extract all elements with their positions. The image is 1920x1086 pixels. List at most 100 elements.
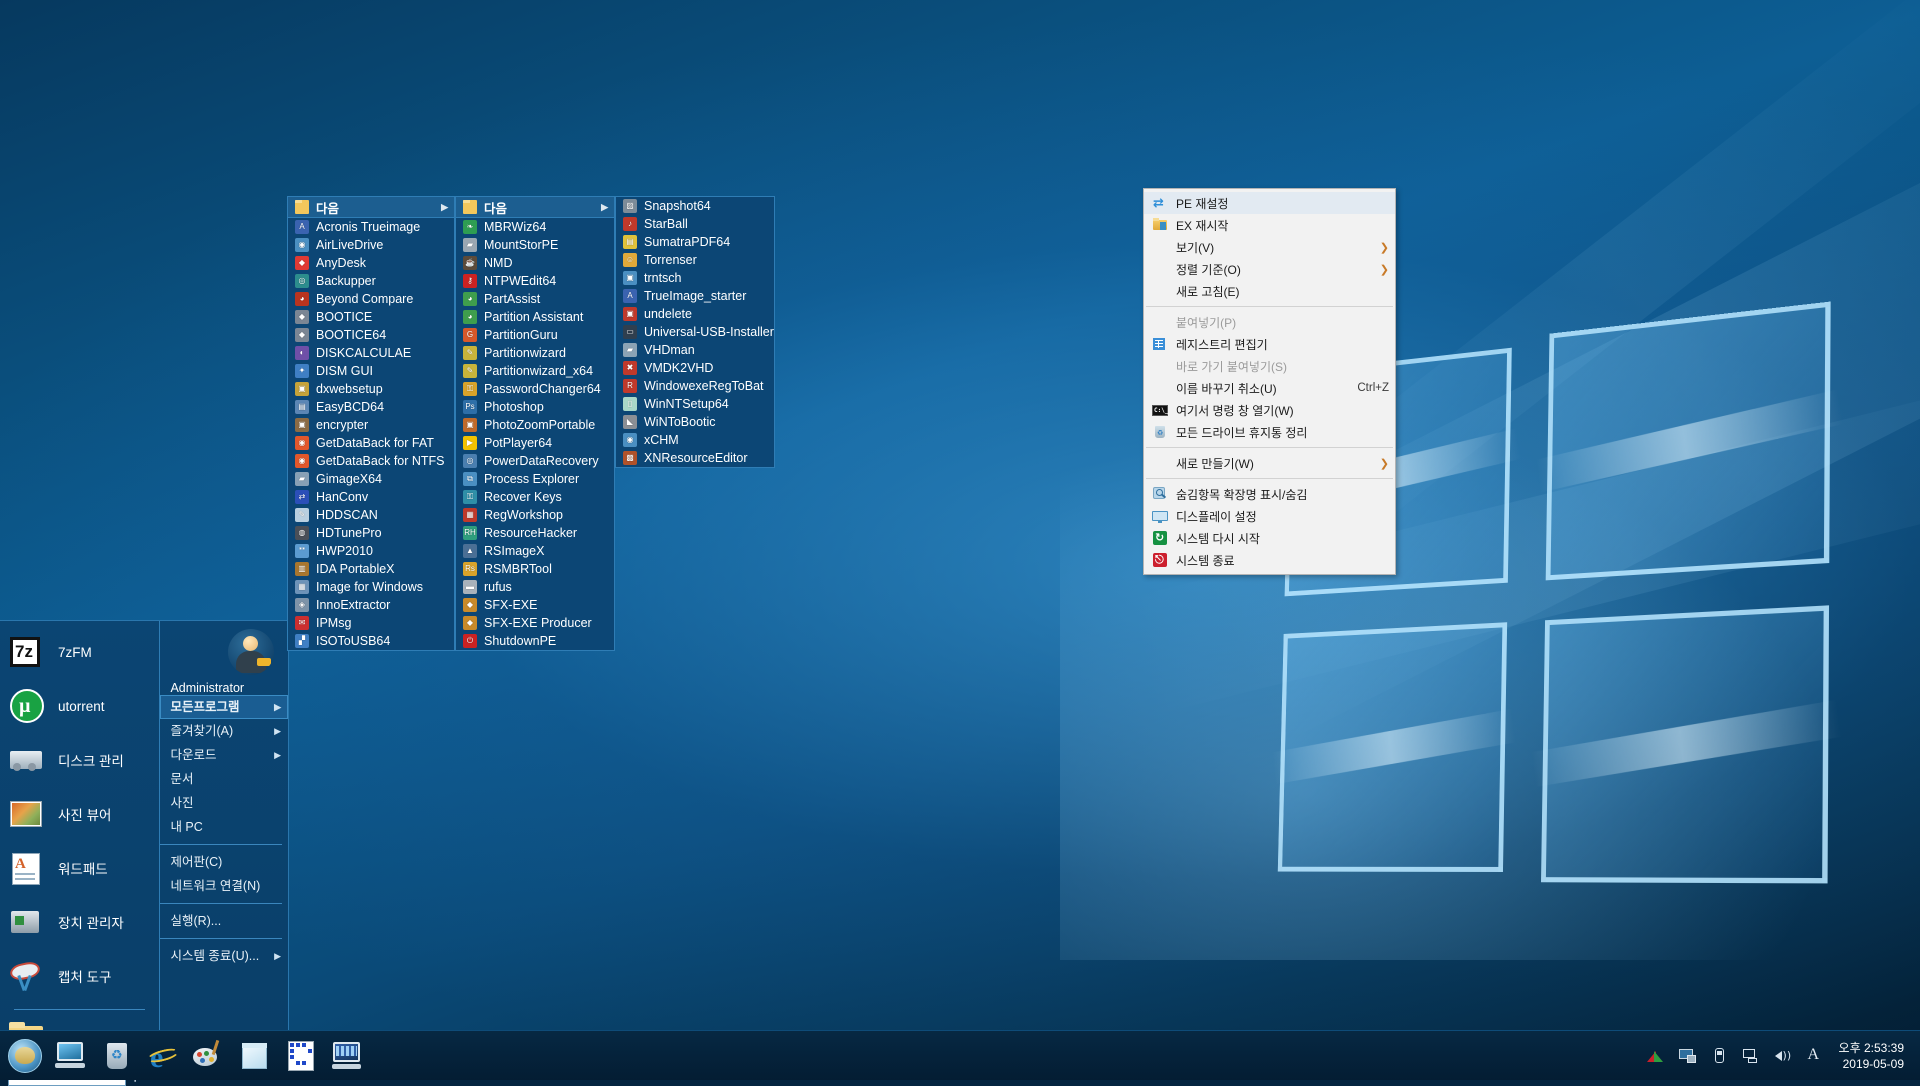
start-menu-item-3[interactable]: 문서 — [160, 767, 288, 791]
program-menu-item[interactable]: ☕NMD — [456, 254, 614, 272]
program-menu-item[interactable]: ▦RegWorkshop — [456, 506, 614, 524]
program-menu-item[interactable]: ✎Partitionwizard — [456, 344, 614, 362]
start-menu-item-10[interactable]: 실행(R)... — [160, 909, 288, 933]
taskbar-show-desktop[interactable] — [52, 1036, 90, 1076]
program-menu-item[interactable]: ATrueImage_starter — [616, 287, 774, 305]
context-menu-item-9[interactable]: 이름 바꾸기 취소(U)Ctrl+Z — [1144, 377, 1395, 399]
program-menu-item[interactable]: RHResourceHacker — [456, 524, 614, 542]
start-menu-pinned-item[interactable]: 사진 뷰어 — [0, 787, 159, 841]
program-menu-item[interactable]: ◎Backupper — [288, 272, 454, 290]
program-menu-item[interactable]: ◉AirLiveDrive — [288, 236, 454, 254]
start-menu-pinned-item[interactable]: A워드패드 — [0, 841, 159, 895]
start-menu-item-12[interactable]: 시스템 종료(U)...▶ — [160, 944, 288, 968]
program-menu-item[interactable]: RWindowexeRegToBat — [616, 377, 774, 395]
program-menu-item[interactable]: ◐DISKCALCULAE — [288, 344, 454, 362]
context-menu-item-1[interactable]: EX 재시작 — [1144, 214, 1395, 236]
program-menu-item[interactable]: GPartitionGuru — [456, 326, 614, 344]
program-menu-item[interactable]: ◉xCHM — [616, 431, 774, 449]
context-menu-item-17[interactable]: ↻시스템 다시 시작 — [1144, 527, 1395, 549]
context-menu-item-18[interactable]: ⎋시스템 종료 — [1144, 549, 1395, 571]
taskbar-calculator[interactable] — [282, 1036, 320, 1076]
program-menu-item[interactable]: ◉GetDataBack for NTFS — [288, 452, 454, 470]
taskbar-paint[interactable] — [190, 1036, 228, 1076]
program-menu-item[interactable]: ▰VHDman — [616, 341, 774, 359]
ime-icon[interactable]: A — [1807, 1047, 1825, 1065]
program-menu-item[interactable]: ▞ISOToUSB64 — [288, 632, 454, 650]
program-menu-item[interactable]: ◈InnoExtractor — [288, 596, 454, 614]
start-menu-item-4[interactable]: 사진 — [160, 791, 288, 815]
program-menu-item[interactable]: ◉GetDataBack for FAT — [288, 434, 454, 452]
program-menu-item[interactable]: ⏻ShutdownPE — [456, 632, 614, 650]
avatar[interactable] — [228, 629, 274, 675]
start-menu-pinned-item[interactable]: 디스크 관리 — [0, 733, 159, 787]
network-monitor-icon[interactable] — [1679, 1047, 1697, 1065]
program-menu-item[interactable]: ◎PowerDataRecovery — [456, 452, 614, 470]
context-menu-item-16[interactable]: 디스플레이 설정 — [1144, 505, 1395, 527]
program-menu-item[interactable]: AAcronis Trueimage — [288, 218, 454, 236]
program-menu-item[interactable]: ▥IDA PortableX — [288, 560, 454, 578]
program-menu-item[interactable]: ◕Beyond Compare — [288, 290, 454, 308]
start-menu-pinned-item[interactable]: µutorrent — [0, 679, 159, 733]
context-menu-item-13[interactable]: 새로 만들기(W)❯ — [1144, 452, 1395, 474]
start-menu-item-1[interactable]: 즐겨찾기(A)▶ — [160, 719, 288, 743]
program-menu-item[interactable]: ▨Snapshot64 — [616, 197, 774, 215]
program-menu-item[interactable]: ▰GimageX64 — [288, 470, 454, 488]
context-menu-item-15[interactable]: 숨김항목 확장명 표시/숨김 — [1144, 483, 1395, 505]
start-menu-item-7[interactable]: 제어판(C) — [160, 850, 288, 874]
usb-eject-icon[interactable] — [1711, 1047, 1729, 1065]
program-menu-item[interactable]: ✎HDDSCAN — [288, 506, 454, 524]
start-menu-item-5[interactable]: 내 PC — [160, 815, 288, 839]
program-menu-item[interactable]: ✦DISM GUI — [288, 362, 454, 380]
taskbar-remote-desktop[interactable] — [328, 1036, 366, 1076]
program-menu-item[interactable]: ◆BOOTICE64 — [288, 326, 454, 344]
program-menu-item[interactable]: ▭Universal-USB-Installer — [616, 323, 774, 341]
program-menu-item[interactable]: ▣encrypter — [288, 416, 454, 434]
program-menu-item[interactable]: ◕PartAssist — [456, 290, 614, 308]
taskbar-start-orb[interactable] — [6, 1036, 44, 1076]
start-menu-pinned-item[interactable]: 장치 관리자 — [0, 895, 159, 949]
program-menu-item[interactable]: ▣dxwebsetup — [288, 380, 454, 398]
program-menu-item[interactable]: ᕯHWP2010 — [288, 542, 454, 560]
program-menu-item[interactable]: ◕Partition Assistant — [456, 308, 614, 326]
program-menu-item[interactable]: ◆AnyDesk — [288, 254, 454, 272]
start-menu-item-8[interactable]: 네트워크 연결(N) — [160, 874, 288, 898]
program-menu-item[interactable]: ▣undelete — [616, 305, 774, 323]
context-menu-item-11[interactable]: ♻모든 드라이브 휴지통 정리 — [1144, 421, 1395, 443]
program-menu-item[interactable]: ✎Partitionwizard_x64 — [456, 362, 614, 380]
program-menu-item[interactable]: ✉IPMsg — [288, 614, 454, 632]
taskbar-notepad[interactable] — [236, 1036, 274, 1076]
program-menu-item[interactable]: ♪StarBall — [616, 215, 774, 233]
program-menu-item[interactable]: ⧉Process Explorer — [456, 470, 614, 488]
context-menu-item-10[interactable]: C:\_여기서 명령 창 열기(W) — [1144, 399, 1395, 421]
program-menu-item[interactable]: ▬rufus — [456, 578, 614, 596]
program-menu-item[interactable]: ◆SFX-EXE Producer — [456, 614, 614, 632]
start-menu-item-0[interactable]: 모든프로그램▶ — [160, 695, 288, 719]
triangle-tray-icon[interactable] — [1647, 1047, 1665, 1065]
clock[interactable]: 오후 2:53:39 2019-05-09 — [1839, 1040, 1908, 1072]
program-menu-item[interactable]: ▶PotPlayer64 — [456, 434, 614, 452]
program-menu-header[interactable]: 다음▶ — [456, 197, 614, 218]
network-icon[interactable] — [1743, 1047, 1761, 1065]
start-menu-item-2[interactable]: 다운로드▶ — [160, 743, 288, 767]
start-menu-pinned-item[interactable]: 7z7zFM — [0, 625, 159, 679]
taskbar-recycle-bin[interactable]: ♻ — [98, 1036, 136, 1076]
start-menu-pinned-item[interactable]: 캡처 도구 — [0, 949, 159, 1003]
program-menu-item[interactable]: ❧MBRWiz64 — [456, 218, 614, 236]
program-menu-item[interactable]: ◆SFX-EXE — [456, 596, 614, 614]
volume-icon[interactable]: )) — [1775, 1047, 1793, 1065]
program-menu-item[interactable]: ⚿Recover Keys — [456, 488, 614, 506]
context-menu-item-0[interactable]: ⇄PE 재설정 — [1144, 192, 1395, 214]
program-menu-item[interactable]: ▩XNResourceEditor — [616, 449, 774, 467]
context-menu-item-2[interactable]: 보기(V)❯ — [1144, 236, 1395, 258]
program-menu-item[interactable]: ◆BOOTICE — [288, 308, 454, 326]
program-menu-item[interactable]: ⚷NTPWEdit64 — [456, 272, 614, 290]
program-menu-item[interactable]: ▯WinNTSetup64 — [616, 395, 774, 413]
program-menu-item[interactable]: ◣WiNToBootic — [616, 413, 774, 431]
program-menu-item[interactable]: ▰MountStorPE — [456, 236, 614, 254]
taskbar-internet-explorer[interactable]: e — [144, 1036, 182, 1076]
program-menu-item[interactable]: ☺Torrenser — [616, 251, 774, 269]
start-menu[interactable]: 7z7zFMµutorrent디스크 관리사진 뷰어A워드패드장치 관리자캡처 … — [0, 620, 289, 1030]
context-menu-item-4[interactable]: 새로 고침(E) — [1144, 280, 1395, 302]
program-menu-header[interactable]: 다음▶ — [288, 197, 454, 218]
context-menu-item-3[interactable]: 정렬 기준(O)❯ — [1144, 258, 1395, 280]
